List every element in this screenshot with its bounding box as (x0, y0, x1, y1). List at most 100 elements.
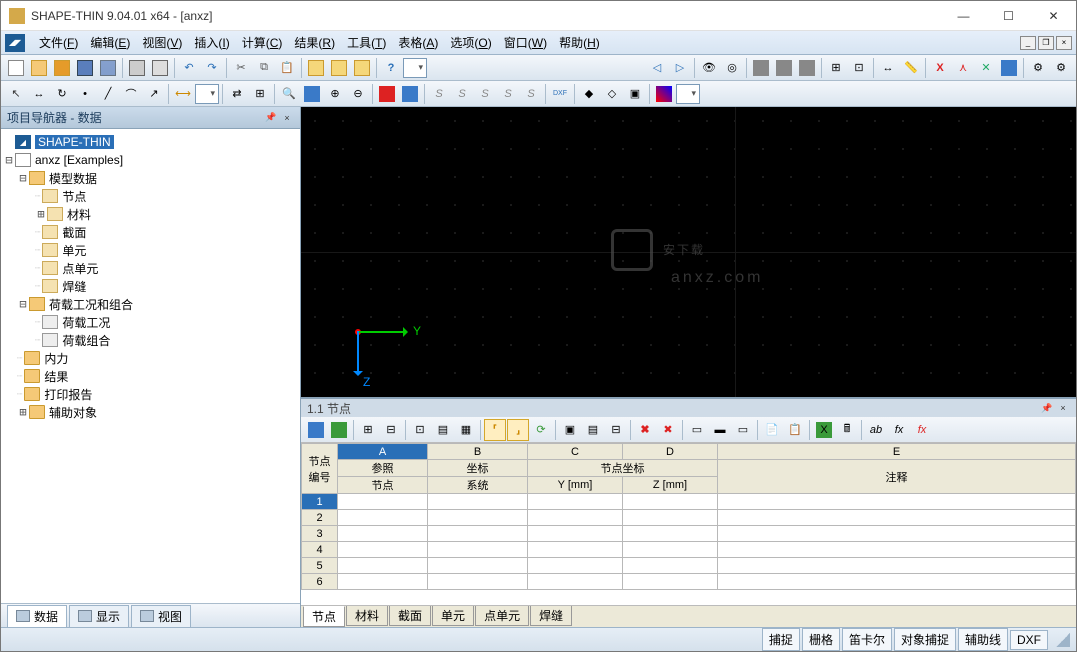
menu-i[interactable]: 插入(I) (188, 31, 235, 54)
grp-coord[interactable]: 坐标 (428, 460, 528, 477)
s5-button[interactable]: S (520, 83, 542, 105)
help-button[interactable]: ? (380, 57, 402, 79)
cell-1-1[interactable] (428, 494, 528, 510)
move-button[interactable]: ↔ (28, 83, 50, 105)
status-btn-5[interactable]: DXF (1010, 630, 1048, 650)
row-header-5[interactable]: 5 (302, 558, 338, 574)
ttb-bracket-right[interactable]: ⸥ (507, 419, 529, 441)
mdi-minimize-button[interactable]: _ (1020, 36, 1036, 50)
dimension-combo[interactable] (195, 84, 219, 104)
cell-2-4[interactable] (718, 510, 1076, 526)
data-grid[interactable]: 节点 编号 A B C D E 参照 坐标 节点坐标 注释 节点 (301, 443, 1076, 605)
mirror-button[interactable]: ⇄ (226, 83, 248, 105)
row-header-1[interactable]: 1 (302, 494, 338, 510)
tree-root[interactable]: SHAPE-THIN (35, 135, 114, 149)
ttb-fx[interactable]: fx (888, 419, 910, 441)
menu-v[interactable]: 视图(V) (136, 31, 188, 54)
cell-3-0[interactable] (338, 526, 428, 542)
table-tab-5[interactable]: 焊缝 (530, 606, 572, 626)
cell-6-2[interactable] (528, 574, 623, 590)
grid-toggle-button[interactable]: ⊞ (825, 57, 847, 79)
array-button[interactable]: ⊞ (249, 83, 271, 105)
mdi-restore-button[interactable]: ❐ (1038, 36, 1054, 50)
fill-3-button[interactable]: ▣ (624, 83, 646, 105)
zoom-out-button[interactable]: ⊖ (347, 83, 369, 105)
ttb-refresh[interactable]: ⟳ (530, 419, 552, 441)
cell-2-1[interactable] (428, 510, 528, 526)
table-tab-0[interactable]: 节点 (303, 606, 345, 627)
undo-button[interactable]: ↶ (178, 57, 200, 79)
nav-prev-button[interactable]: ▷ (669, 57, 691, 79)
window-close-button[interactable]: ✕ (1031, 1, 1076, 30)
axis-y-button[interactable]: ⋏ (952, 57, 974, 79)
cell-6-1[interactable] (428, 574, 528, 590)
ttb-export-2[interactable]: 📋 (784, 419, 806, 441)
render-2-button[interactable] (773, 57, 795, 79)
ttb-7[interactable]: ▦ (455, 419, 477, 441)
save-as-button[interactable] (97, 57, 119, 79)
ttb-a1[interactable]: ▣ (559, 419, 581, 441)
select-button[interactable]: ↖ (5, 83, 27, 105)
row-header-6[interactable]: 6 (302, 574, 338, 590)
ttb-c1[interactable]: ▭ (686, 419, 708, 441)
tree-model-data[interactable]: 模型数据 (49, 170, 97, 187)
axis-z-button[interactable]: ✕ (975, 57, 997, 79)
print-button[interactable] (126, 57, 148, 79)
cut-button[interactable]: ✂ (230, 57, 252, 79)
cell-2-3[interactable] (623, 510, 718, 526)
tree-load-combo[interactable]: 荷载组合 (62, 332, 110, 349)
table-close-button[interactable]: × (1056, 401, 1070, 415)
hdr-note[interactable]: 注释 (718, 460, 1076, 494)
cell-6-0[interactable] (338, 574, 428, 590)
s2-button[interactable]: S (451, 83, 473, 105)
viewport-3d[interactable]: Y Z 安下载 anxz.com (301, 107, 1076, 397)
cell-3-2[interactable] (528, 526, 623, 542)
view-target-button[interactable]: ◎ (721, 57, 743, 79)
col-letter-d[interactable]: D (623, 444, 718, 460)
menu-o[interactable]: 选项(O) (444, 31, 497, 54)
hdr-z[interactable]: Z [mm] (623, 477, 718, 494)
color-button[interactable] (653, 83, 675, 105)
paste-button[interactable]: 📋 (276, 57, 298, 79)
cell-4-1[interactable] (428, 542, 528, 558)
resize-grip-icon[interactable] (1056, 633, 1070, 647)
snap-toggle-button[interactable]: ⊡ (848, 57, 870, 79)
tree-load-case[interactable]: 荷载工况 (62, 314, 110, 331)
mdi-close-button[interactable]: × (1056, 36, 1072, 50)
col-letter-e[interactable]: E (718, 444, 1076, 460)
tree-loads-group[interactable]: 荷载工况和组合 (49, 296, 133, 313)
cell-5-0[interactable] (338, 558, 428, 574)
ttb-fx-del[interactable]: fx (911, 419, 933, 441)
hdr-y[interactable]: Y [mm] (528, 477, 623, 494)
ttb-export-1[interactable]: 📄 (761, 419, 783, 441)
cell-6-3[interactable] (623, 574, 718, 590)
ttb-6[interactable]: ▤ (432, 419, 454, 441)
menu-w[interactable]: 窗口(W) (498, 31, 553, 54)
tree-internal[interactable]: 内力 (44, 350, 68, 367)
open-button[interactable] (28, 57, 50, 79)
tree-materials[interactable]: 材料 (67, 206, 91, 223)
node-tool-button[interactable]: • (74, 83, 96, 105)
cell-2-0[interactable] (338, 510, 428, 526)
arc-tool-button[interactable]: ⌒ (120, 83, 142, 105)
grp-nodecoord[interactable]: 节点坐标 (528, 460, 718, 477)
table-tab-4[interactable]: 点单元 (475, 606, 529, 626)
print-preview-button[interactable] (149, 57, 171, 79)
new-button[interactable] (5, 57, 27, 79)
list-view-button[interactable] (305, 57, 327, 79)
ttb-del1[interactable]: ✖ (634, 419, 656, 441)
settings-2-button[interactable]: ⚙ (1050, 57, 1072, 79)
table-tab-3[interactable]: 单元 (432, 606, 474, 626)
dimension-button[interactable]: ↔ (877, 57, 899, 79)
menu-a[interactable]: 表格(A) (392, 31, 444, 54)
help-topic-combo[interactable] (403, 58, 427, 78)
table-tab-1[interactable]: 材料 (346, 606, 388, 626)
cell-4-2[interactable] (528, 542, 623, 558)
ttb-a3[interactable]: ⊟ (605, 419, 627, 441)
navigator-tab-display[interactable]: 显示 (69, 605, 129, 627)
navigator-close-button[interactable]: × (280, 111, 294, 125)
cell-1-2[interactable] (528, 494, 623, 510)
ttb-4[interactable]: ⊟ (380, 419, 402, 441)
save-button[interactable] (74, 57, 96, 79)
copy-button[interactable]: ⧉ (253, 57, 275, 79)
